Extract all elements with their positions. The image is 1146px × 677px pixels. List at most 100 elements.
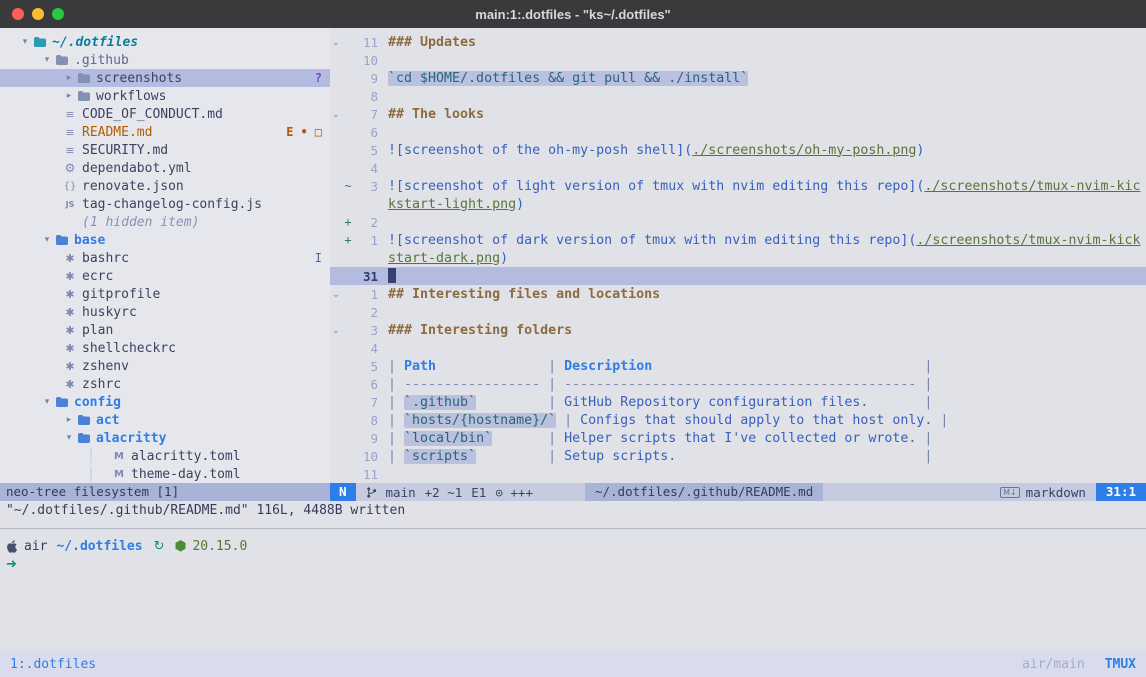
tree-item[interactable]: ✱gitprofile <box>0 285 330 303</box>
fold-marker[interactable]: ⌄ <box>330 109 342 120</box>
line-number: 11 <box>354 35 378 50</box>
tree-item-label: alacritty <box>96 431 166 446</box>
tree-item-label: .github <box>74 53 129 68</box>
chevron-right-icon[interactable]: ▸ <box>62 73 76 83</box>
editor-line[interactable]: 8| `hosts/{hostname}/` | Configs that sh… <box>330 411 1146 429</box>
tree-item[interactable]: {} renovate.json <box>0 177 330 195</box>
editor-line[interactable]: kstart-light.png) <box>330 195 1146 213</box>
tree-item[interactable]: ▾config <box>0 393 330 411</box>
tree-item[interactable]: ▾ .github <box>0 51 330 69</box>
editor-line[interactable]: ⌄7## The looks <box>330 105 1146 123</box>
tree-item[interactable]: JStag-changelog-config.js <box>0 195 330 213</box>
tree-item[interactable]: │Malacritty.toml <box>0 447 330 465</box>
tree-item[interactable]: ⚙dependabot.yml <box>0 159 330 177</box>
line-number: 7 <box>354 395 378 410</box>
tree-item-label: screenshots <box>96 71 182 86</box>
fold-marker[interactable]: ⌄ <box>330 325 342 336</box>
editor-line[interactable]: +2 <box>330 213 1146 231</box>
tree-item[interactable]: ✱plan <box>0 321 330 339</box>
zoom-button[interactable] <box>52 8 64 20</box>
tree-item[interactable]: ✱shellcheckrc <box>0 339 330 357</box>
editor-line[interactable]: 10 <box>330 51 1146 69</box>
tree-item[interactable]: │Mtheme-day.toml <box>0 465 330 483</box>
line-number: 9 <box>354 71 378 86</box>
editor-line[interactable]: 31 <box>330 267 1146 285</box>
braces-icon: {} <box>62 181 78 192</box>
tree-item[interactable]: ▾base <box>0 231 330 249</box>
editor-line[interactable]: 8 <box>330 87 1146 105</box>
editor-line[interactable]: 7| `.github` | GitHub Repository configu… <box>330 393 1146 411</box>
editor-line[interactable]: ⌄1## Interesting files and locations <box>330 285 1146 303</box>
chevron-down-icon[interactable]: ▾ <box>40 235 54 245</box>
tree-item[interactable]: ▾~/.dotfiles <box>0 33 330 51</box>
editor-line[interactable]: 4 <box>330 159 1146 177</box>
editor-line[interactable]: ~3![screenshot of light version of tmux … <box>330 177 1146 195</box>
titlebar: main:1:.dotfiles - "ks~/.dotfiles" <box>0 0 1146 28</box>
chevron-right-icon[interactable]: ▸ <box>62 415 76 425</box>
minimize-button[interactable] <box>32 8 44 20</box>
git-sign: ~ <box>342 179 354 193</box>
editor-line[interactable]: 5![screenshot of the oh-my-posh shell](.… <box>330 141 1146 159</box>
tree-item[interactable]: ▸ screenshots? <box>0 69 330 87</box>
line-text: | `.github` | GitHub Repository configur… <box>378 395 932 410</box>
folder-blue-icon <box>54 235 70 245</box>
chevron-down-icon[interactable]: ▾ <box>40 55 54 65</box>
tree-item[interactable]: ▸workflows <box>0 87 330 105</box>
chevron-down-icon[interactable]: ▾ <box>62 433 76 443</box>
editor-line[interactable]: +1![screenshot of dark version of tmux w… <box>330 231 1146 249</box>
tree-item[interactable]: ≡CODE_OF_CONDUCT.md <box>0 105 330 123</box>
md-icon: ≡ <box>62 126 78 139</box>
tree-item[interactable]: ✱bashrcI <box>0 249 330 267</box>
tree-item-label: theme-day.toml <box>131 467 241 482</box>
status-badge: ? <box>315 71 322 85</box>
line-number: 6 <box>354 377 378 392</box>
editor-line[interactable]: 9| `local/bin` | Helper scripts that I'v… <box>330 429 1146 447</box>
tree-item[interactable]: ✱ecrc <box>0 267 330 285</box>
editor-line[interactable]: 4 <box>330 339 1146 357</box>
statusline-filename: ~/.dotfiles/.github/README.md <box>585 483 823 501</box>
star-icon: ✱ <box>62 252 78 265</box>
line-text <box>378 268 396 284</box>
tree-item[interactable]: ▾ alacritty <box>0 429 330 447</box>
chevron-down-icon[interactable]: ▾ <box>40 397 54 407</box>
status-badge: □ <box>315 125 322 139</box>
editor-line[interactable]: 5| Path | Description | <box>330 357 1146 375</box>
editor-line[interactable]: 9`cd $HOME/.dotfiles && git pull && ./in… <box>330 69 1146 87</box>
editor-line[interactable]: ⌄11### Updates <box>330 33 1146 51</box>
tree-item-label: dependabot.yml <box>82 161 192 176</box>
fold-marker[interactable]: ⌄ <box>330 289 342 300</box>
editor-line[interactable]: start-dark.png) <box>330 249 1146 267</box>
tree-item[interactable]: ✱zshrc <box>0 375 330 393</box>
editor-window[interactable]: ⌄11### Updates109`cd $HOME/.dotfiles && … <box>330 28 1146 483</box>
editor-line[interactable]: 11 <box>330 465 1146 483</box>
tree-item[interactable]: ≡SECURITY.md <box>0 141 330 159</box>
editor-line[interactable]: 10| `scripts` | Setup scripts. | <box>330 447 1146 465</box>
node-icon <box>175 540 186 552</box>
git-sign: + <box>342 215 354 229</box>
tmux-session-name: air/main <box>1022 657 1085 672</box>
status-badge: • <box>301 125 308 139</box>
git-branch-icon <box>366 486 377 499</box>
close-button[interactable] <box>12 8 24 20</box>
fold-marker[interactable]: ⌄ <box>330 37 342 48</box>
chevron-right-icon[interactable]: ▸ <box>62 91 76 101</box>
tree-item[interactable]: ≡README.mdE•□ <box>0 123 330 141</box>
editor-line[interactable]: 6| ----------------- | -----------------… <box>330 375 1146 393</box>
editor-line[interactable]: ⌄3### Interesting folders <box>330 321 1146 339</box>
line-text: ## Interesting files and locations <box>378 287 660 302</box>
editor-line[interactable]: 2 <box>330 303 1146 321</box>
line-number: 31 <box>354 269 378 284</box>
tmux-window-tab[interactable]: 1:.dotfiles <box>10 657 96 672</box>
tree-item-label: ecrc <box>82 269 113 284</box>
shell-pane[interactable]: air ~/.dotfiles ↻ 20.15.0 ➜ <box>0 529 1146 573</box>
diagnostics: E1 <box>471 485 486 500</box>
editor-line[interactable]: 6 <box>330 123 1146 141</box>
tree-item[interactable]: (1 hidden item) <box>0 213 330 231</box>
tree-item-label: renovate.json <box>82 179 184 194</box>
tree-item[interactable]: ▸act <box>0 411 330 429</box>
tree-item[interactable]: ✱zshenv <box>0 357 330 375</box>
tree-item[interactable]: ✱huskyrc <box>0 303 330 321</box>
line-text: | `local/bin` | Helper scripts that I've… <box>378 431 932 446</box>
tree-item-label: huskyrc <box>82 305 137 320</box>
chevron-down-icon[interactable]: ▾ <box>18 37 32 47</box>
